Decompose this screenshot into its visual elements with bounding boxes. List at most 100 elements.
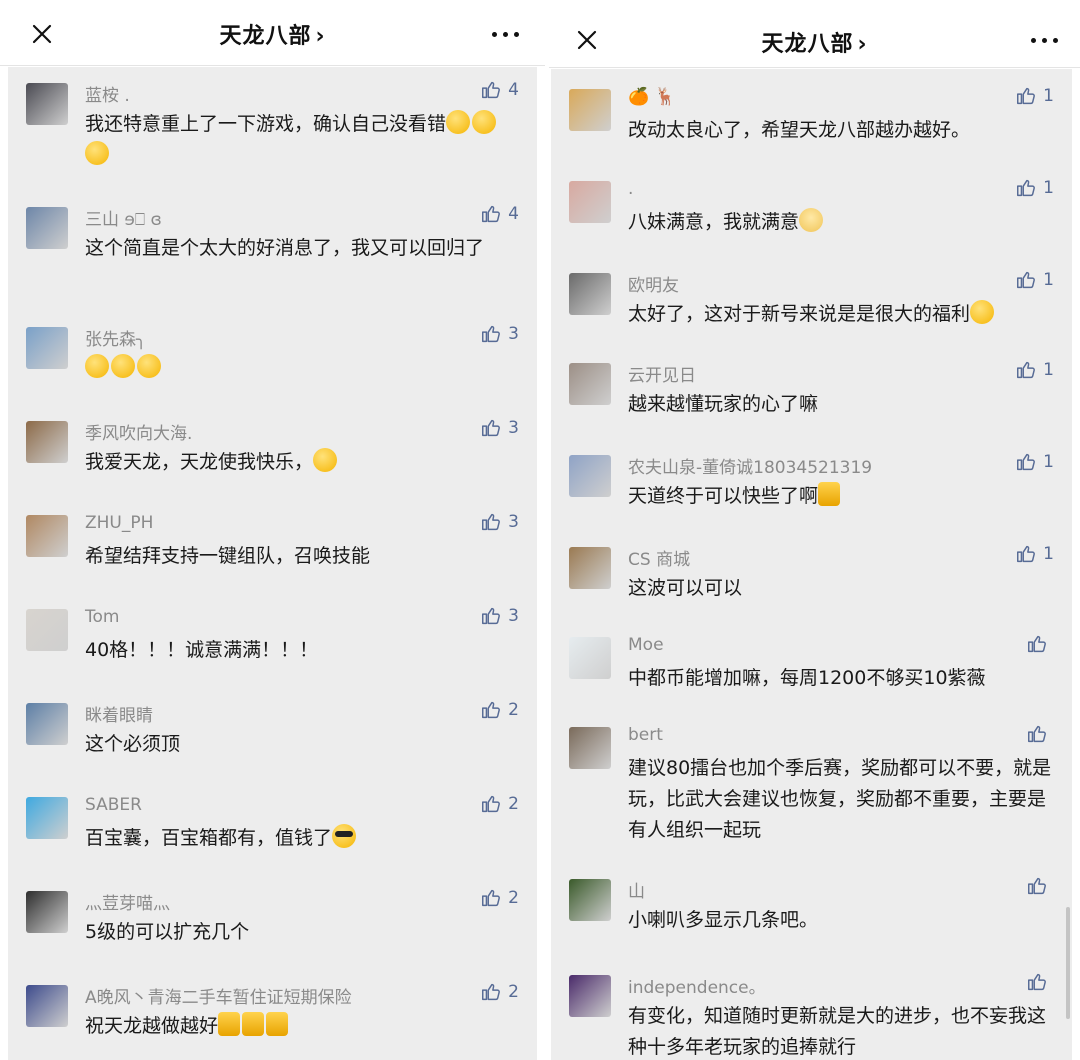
like-count: 2 [508, 982, 519, 1002]
comment-nickname: Moe [628, 635, 664, 655]
avatar[interactable] [569, 547, 611, 589]
avatar[interactable] [26, 83, 68, 125]
avatar[interactable] [569, 273, 611, 315]
like-count: 1 [1043, 86, 1054, 106]
comment-list[interactable]: 🍊 🦌 改动太良心了，希望天龙八部越办越好。 1. 八妹满意，我就满意 1 欧明友 太好了，… [551, 69, 1072, 1060]
avatar[interactable] [26, 327, 68, 369]
comment-text: 建议80擂台也加个季后赛，奖励都可以不要，就是玩，比武大会建议也恢复，奖励都不重… [628, 753, 1060, 846]
clap-emoji-icon [85, 354, 109, 378]
like-count: 1 [1043, 360, 1054, 380]
avatar[interactable] [26, 609, 68, 651]
avatar[interactable] [26, 891, 68, 933]
like-button[interactable]: 2 [480, 699, 519, 721]
thumb-up-icon [482, 325, 501, 343]
emoji-group [85, 354, 163, 379]
thumb-up-icon [482, 889, 501, 907]
thumb-up-icon [1017, 545, 1036, 563]
like-count: 3 [508, 418, 519, 438]
avatar[interactable] [26, 421, 68, 463]
comment-list[interactable]: 蓝桉 . 我还特意重上了一下游戏，确认自己没看错 4 三山 ɘ⎕ ɞ 这个简直是个太大的… [8, 67, 537, 1060]
comment-body: 希望结拜支持一键组队，召唤技能 [85, 545, 371, 567]
comment-nickname: 🍊 🦌 [628, 87, 676, 107]
page-title[interactable]: 天龙八部 › [549, 26, 1080, 58]
thumb-up-icon [1028, 877, 1046, 895]
like-button[interactable]: 2 [480, 887, 519, 909]
like-count: 1 [1043, 270, 1054, 290]
like-button[interactable]: 1 [1015, 543, 1054, 565]
comment-nickname: . [628, 179, 634, 199]
comment-nickname: independence。 [628, 978, 766, 998]
thumb-up-icon [1017, 179, 1036, 197]
comment-body: 太好了，这对于新号来说是是很大的福利 [628, 303, 971, 325]
thumb-up-icon [1017, 87, 1036, 105]
like-button[interactable]: 3 [480, 417, 519, 439]
like-button[interactable] [1026, 875, 1054, 897]
like-button[interactable]: 1 [1015, 269, 1054, 291]
avatar[interactable] [26, 207, 68, 249]
like-button[interactable] [1026, 723, 1054, 745]
like-button[interactable]: 1 [1015, 451, 1054, 473]
like-button[interactable]: 2 [480, 793, 519, 815]
thumb-up-icon [482, 513, 501, 531]
comment-body: 有变化，知道随时更新就是大的进步，也不妄我这种十多年老玩家的追捧就行 [628, 1005, 1047, 1058]
comment-body: 这个必须顶 [85, 733, 181, 755]
laugh-emoji-icon [446, 110, 471, 134]
thumb-up-icon [1028, 973, 1046, 991]
cool-emoji-icon [332, 824, 357, 848]
avatar[interactable] [569, 363, 611, 405]
avatar[interactable] [569, 879, 611, 921]
comment-text: 天道终于可以快些了啊 [628, 481, 1060, 512]
comment-nickname: SABER [85, 795, 142, 815]
comment-body: 小喇叭多显示几条吧。 [628, 909, 819, 931]
scrollbar[interactable] [1066, 907, 1070, 1019]
thumbs-up-emoji-icon [218, 1012, 241, 1036]
comment-text: 这波可以可以 [628, 573, 1060, 604]
avatar[interactable] [569, 455, 611, 497]
comment-body: 百宝囊，百宝箱都有，值钱了 [85, 827, 333, 849]
more-icon[interactable] [491, 24, 521, 44]
like-button[interactable]: 3 [480, 511, 519, 533]
thumb-up-icon [1017, 271, 1036, 289]
like-count: 1 [1043, 452, 1054, 472]
like-button[interactable]: 1 [1015, 177, 1054, 199]
thumb-up-icon [482, 701, 501, 719]
like-button[interactable]: 1 [1015, 85, 1054, 107]
avatar[interactable] [26, 797, 68, 839]
laugh-emoji-icon [85, 141, 109, 165]
like-count: 2 [508, 794, 519, 814]
like-button[interactable]: 2 [480, 981, 519, 1003]
avatar[interactable] [569, 637, 611, 679]
comment-body: 这波可以可以 [628, 577, 743, 599]
like-button[interactable] [1026, 971, 1054, 993]
comment-text: 百宝囊，百宝箱都有，值钱了 [85, 823, 505, 854]
emoji-group [970, 300, 996, 325]
avatar[interactable] [569, 181, 611, 223]
avatar[interactable] [26, 515, 68, 557]
avatar[interactable] [26, 985, 68, 1027]
like-button[interactable]: 4 [480, 79, 519, 101]
comment-nickname: bert [628, 725, 663, 745]
emoji-group [799, 208, 825, 233]
avatar[interactable] [26, 703, 68, 745]
like-count: 3 [508, 512, 519, 532]
comment-nickname: 山 [628, 882, 645, 902]
like-button[interactable]: 1 [1015, 359, 1054, 381]
comment-body: 中都币能增加嘛，每周1200不够买10紫薇 [628, 667, 986, 689]
avatar[interactable] [569, 975, 611, 1017]
like-button[interactable] [1026, 633, 1054, 655]
like-button[interactable]: 3 [480, 323, 519, 345]
comment-nickname: 张先森╮ [85, 330, 147, 350]
comment-body: 5级的可以扩充几个 [85, 921, 250, 943]
avatar[interactable] [569, 89, 611, 131]
more-icon[interactable] [1030, 30, 1060, 50]
avatar[interactable] [569, 727, 611, 769]
page-title[interactable]: 天龙八部 › [0, 18, 545, 50]
like-button[interactable]: 4 [480, 203, 519, 225]
like-button[interactable]: 3 [480, 605, 519, 627]
comment-text: 40格！！！诚意满满！！！ [85, 635, 505, 666]
comment-body: 越来越懂玩家的心了嘛 [628, 393, 819, 415]
thumbs-up-emoji-icon [266, 1012, 289, 1036]
grin-emoji-icon [970, 300, 995, 324]
comment-nickname: 眯着眼睛 [85, 706, 153, 726]
like-count: 3 [508, 324, 519, 344]
